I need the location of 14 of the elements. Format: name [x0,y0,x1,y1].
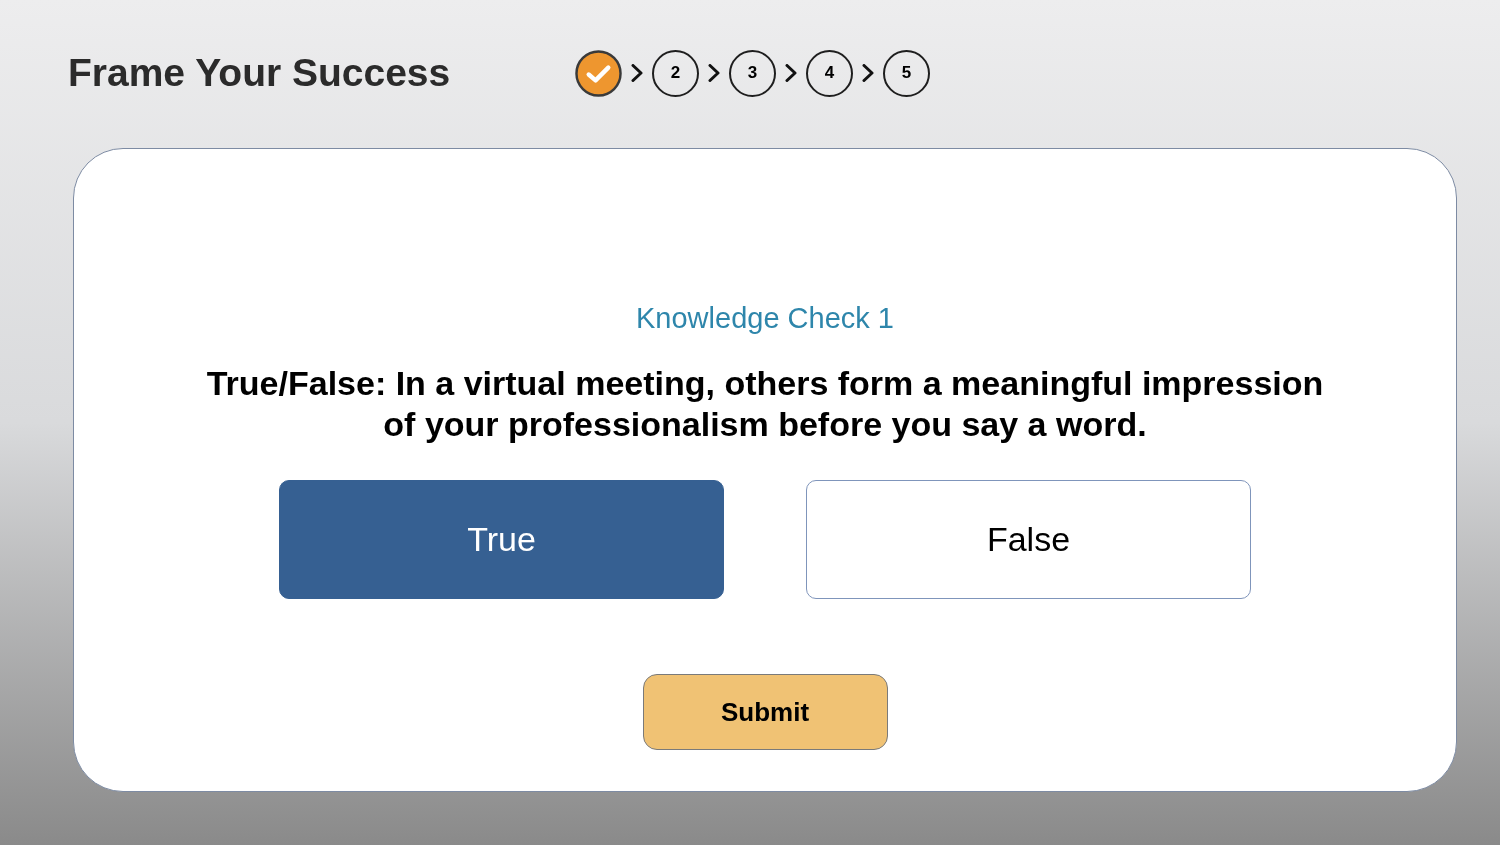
step-number: 2 [652,49,699,97]
step-number: 5 [883,49,930,97]
chevron-icon [785,64,797,82]
page-title: Frame Your Success [68,49,451,96]
step-number: 4 [806,49,853,97]
step-number: 3 [729,49,776,97]
question-text: True/False: In a virtual meeting, others form a meaningful impression of your professionalism before you say a word. [205,363,1325,445]
answer-option[interactable]: False [806,480,1251,599]
section-heading: Knowledge Check 1 [636,301,894,335]
chevron-icon [708,64,720,82]
answer-option[interactable]: True [279,480,724,599]
submit-button[interactable]: Submit [642,674,888,750]
chevron-icon [862,64,874,82]
chevron-icon [631,64,643,82]
